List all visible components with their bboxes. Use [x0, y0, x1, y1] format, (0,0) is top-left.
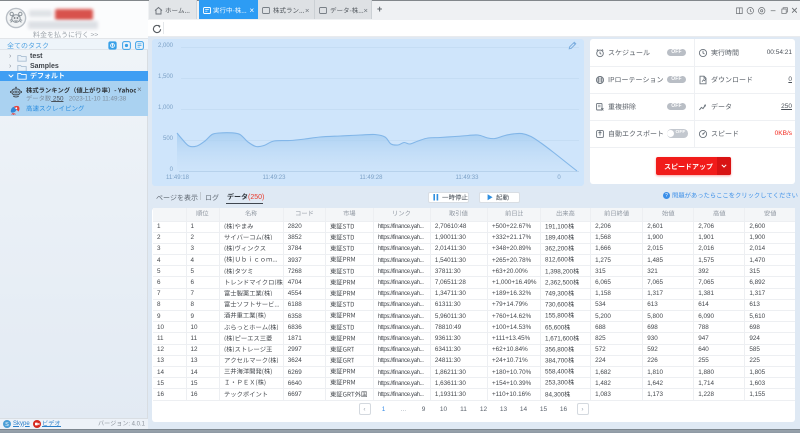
svg-text:?: ?	[665, 193, 668, 199]
